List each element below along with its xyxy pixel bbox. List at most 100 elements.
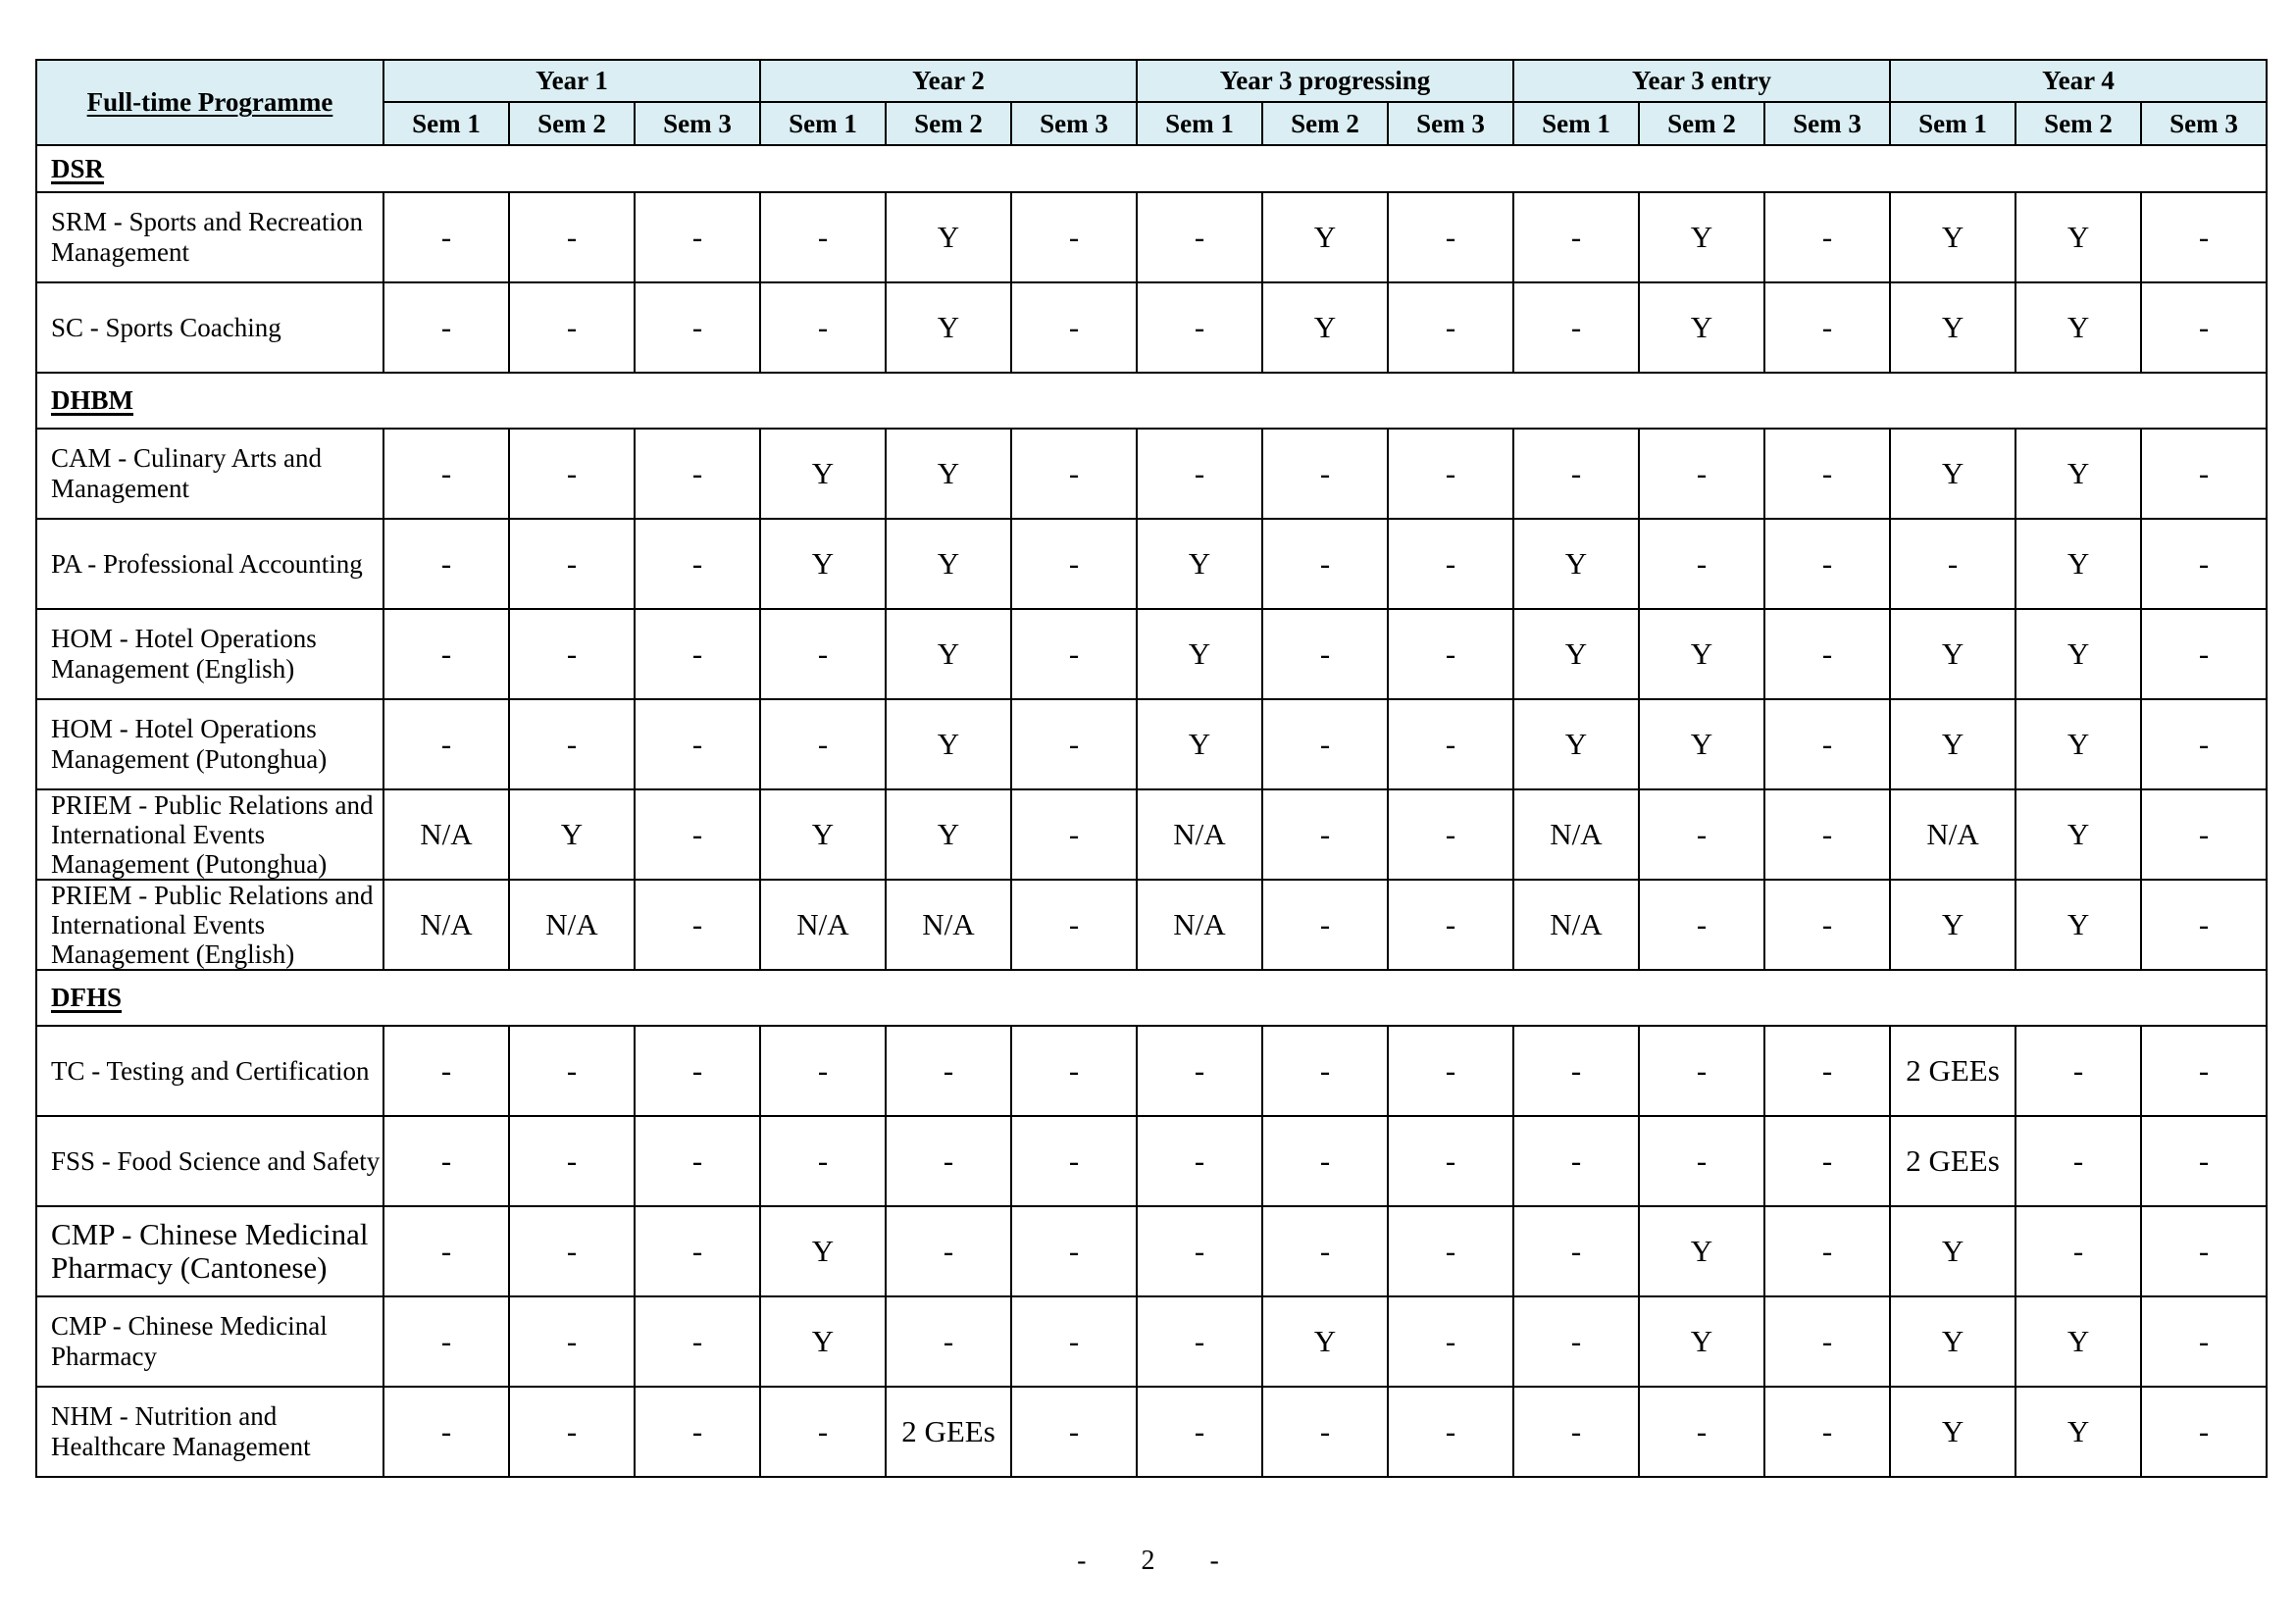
semester-value-cell: - [1261, 1025, 1389, 1117]
semester-value-cell: - [1638, 1386, 1765, 1478]
semester-value-cell: - [383, 1115, 510, 1207]
semester-value-cell: - [759, 698, 887, 790]
semester-value-cell: 2 GEEs [1889, 1025, 2017, 1117]
semester-value-cell: - [1638, 428, 1765, 520]
semester-value-cell: Y [885, 428, 1012, 520]
semester-value-cell: - [1638, 788, 1765, 881]
semester-value-cell: - [2140, 698, 2269, 790]
table-body: DSR SRM - Sports and Recreation Managemen… [34, 144, 2269, 1478]
programme-header-label: Full-time Programme [86, 87, 333, 117]
semester-value-cell: Y [508, 788, 636, 881]
page-number: 2 [1141, 1546, 1155, 1576]
header-years-row: Full-time Programme Year 1 Year 2 Year 3… [35, 59, 2269, 146]
programme-table: Full-time Programme Year 1 Year 2 Year 3… [34, 59, 2269, 1478]
semester-value-cell: - [2140, 1205, 2269, 1297]
semester-value-cell: - [1261, 518, 1389, 610]
semester-value-cell: - [1136, 1205, 1263, 1297]
semester-value-cell: 2 GEEs [885, 1386, 1012, 1478]
semester-value-cell: Y [759, 518, 887, 610]
semester-value-cell: Y [1512, 698, 1640, 790]
programme-name: PRIEM - Public Relations and Internation… [35, 788, 384, 881]
programme-row: NHM - Nutrition and Healthcare Managemen… [35, 1386, 2269, 1478]
sem-header: Sem 2 [1261, 101, 1389, 146]
semester-value-cell: - [508, 518, 636, 610]
semester-value-cell: Y [759, 788, 887, 881]
semester-value-cell: Y [2015, 1295, 2143, 1388]
semester-value-cell: - [1512, 1025, 1640, 1117]
year-header: Year 3 entry [1511, 59, 1892, 103]
semester-value-cell: - [1010, 428, 1138, 520]
programme-name: TC - Testing and Certification [35, 1025, 384, 1117]
semester-value-cell: - [508, 1205, 636, 1297]
semester-value-cell: - [1136, 281, 1263, 374]
department-cell: DHBM [34, 372, 2269, 430]
semester-value-cell: - [1136, 1115, 1263, 1207]
semester-value-cell: - [383, 428, 510, 520]
programme-row: PRIEM - Public Relations and Internation… [35, 788, 2269, 881]
semester-value-cell: Y [759, 1205, 887, 1297]
semester-value-cell: - [634, 788, 761, 881]
semester-value-cell: Y [1136, 608, 1263, 700]
semester-value-cell: - [1010, 788, 1138, 881]
semester-value-cell: - [1136, 191, 1263, 283]
semester-value-cell: - [1638, 1025, 1765, 1117]
year-header: Year 4 [1889, 59, 2269, 103]
semester-value-cell: - [383, 191, 510, 283]
programme-name: PA - Professional Accounting [35, 518, 384, 610]
semester-value-cell: N/A [1136, 879, 1263, 971]
semester-value-cell: - [1261, 788, 1389, 881]
semester-value-cell: - [759, 1025, 887, 1117]
semester-value-cell: - [1512, 1205, 1640, 1297]
semester-value-cell: N/A [1136, 788, 1263, 881]
semester-value-cell: - [1387, 1386, 1514, 1478]
semester-value-cell: N/A [383, 879, 510, 971]
semester-value-cell: - [1010, 1115, 1138, 1207]
semester-value-cell: Y [1136, 518, 1263, 610]
semester-value-cell: Y [885, 518, 1012, 610]
sem-header: Sem 1 [1889, 101, 2017, 146]
semester-value-cell: Y [2015, 518, 2143, 610]
programme-row: TC - Testing and Certification - - - - - - - - - -… [35, 1025, 2269, 1117]
sem-header: Sem 1 [1512, 101, 1640, 146]
year-header: Year 1 [383, 59, 761, 103]
sem-header: Sem 3 [1762, 101, 1892, 146]
semester-value-cell: - [1762, 788, 1892, 881]
semester-value-cell: - [759, 1386, 887, 1478]
semester-value-cell: N/A [759, 879, 887, 971]
programme-row: CAM - Culinary Arts and Management - - - Y Y -… [35, 428, 2269, 520]
semester-value-cell: - [1762, 879, 1892, 971]
sem-header: Sem 1 [759, 101, 887, 146]
semester-value-cell: - [2140, 608, 2269, 700]
semester-value-cell: Y [2015, 428, 2143, 520]
semester-value-cell: - [508, 191, 636, 283]
semester-value-cell: - [1638, 1115, 1765, 1207]
semester-value-cell: Y [885, 698, 1012, 790]
semester-value-cell: - [1762, 1115, 1892, 1207]
semester-value-cell: - [2140, 518, 2269, 610]
semester-value-cell: - [1889, 518, 2017, 610]
semester-value-cell: Y [1889, 191, 2017, 283]
semester-value-cell: - [1010, 608, 1138, 700]
semester-value-cell: - [1010, 1025, 1138, 1117]
sem-header: Sem 2 [2015, 101, 2143, 146]
semester-value-cell: - [2140, 1115, 2269, 1207]
semester-value-cell: - [634, 1205, 761, 1297]
department-cell: DSR [34, 144, 2269, 193]
semester-value-cell: - [508, 428, 636, 520]
semester-value-cell: - [1261, 698, 1389, 790]
semester-value-cell: - [634, 1115, 761, 1207]
sem-header: Sem 3 [2140, 101, 2269, 146]
footer-dash-right: - [1209, 1546, 1219, 1576]
semester-value-cell: - [2140, 1025, 2269, 1117]
semester-value-cell: - [634, 428, 761, 520]
semester-value-cell: - [2140, 281, 2269, 374]
semester-value-cell: - [759, 608, 887, 700]
programme-name: HOM - Hotel Operations Management (Puton… [35, 698, 384, 790]
semester-value-cell: - [1387, 518, 1514, 610]
sem-header: Sem 2 [508, 101, 636, 146]
semester-value-cell: Y [1638, 1295, 1765, 1388]
year-header: Year 3 progressing [1136, 59, 1514, 103]
semester-value-cell: - [508, 698, 636, 790]
semester-value-cell: Y [1261, 191, 1389, 283]
semester-value-cell: - [1136, 428, 1263, 520]
